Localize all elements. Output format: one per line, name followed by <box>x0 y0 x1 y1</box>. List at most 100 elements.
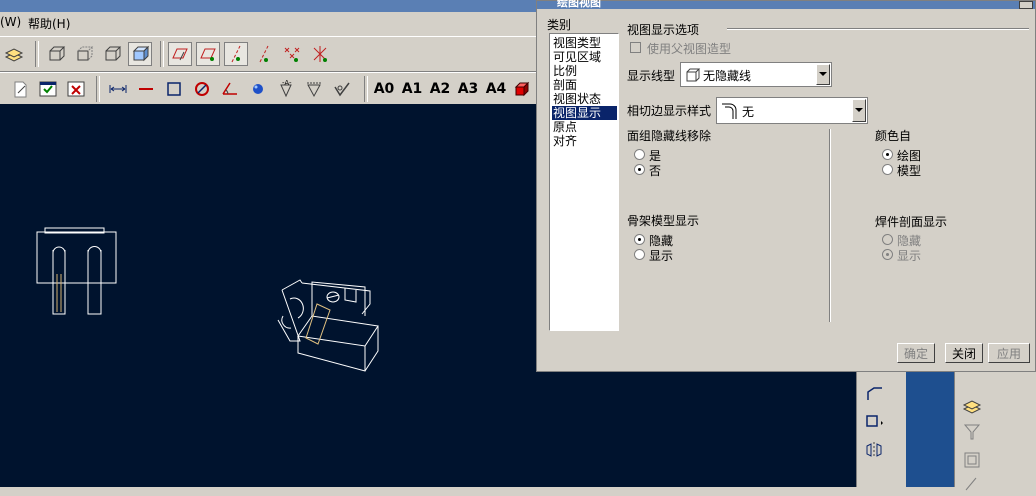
use-parent-label: 使用父视图造型 <box>647 42 732 56</box>
datum-axis-tag-icon[interactable] <box>252 42 276 66</box>
app-title-bar <box>0 0 540 12</box>
sheet-a3-button[interactable]: A3 <box>456 77 480 101</box>
weld-show-label: 显示 <box>897 249 922 263</box>
layers-icon[interactable] <box>2 42 26 66</box>
category-alignment[interactable]: 对齐 <box>552 134 617 148</box>
datum-axis-icon[interactable] <box>224 42 248 66</box>
shading-icon[interactable] <box>128 42 152 66</box>
toolbar-separator <box>364 76 368 102</box>
color-model-label: 模型 <box>897 164 922 178</box>
toolbar-separator <box>35 41 39 67</box>
toolbar-separator <box>954 372 957 487</box>
category-view-type[interactable]: 视图类型 <box>552 36 617 50</box>
dimension-icon[interactable] <box>106 77 130 101</box>
red-cube-icon[interactable] <box>510 77 534 101</box>
skeleton-label: 骨架模型显示 <box>627 214 700 228</box>
hidden-line-cube-icon <box>686 68 701 82</box>
window-check-icon[interactable] <box>36 77 60 101</box>
wireframe-icon[interactable] <box>44 42 68 66</box>
use-parent-checkbox[interactable] <box>630 42 641 53</box>
toolbar-separator <box>160 41 164 67</box>
coord-sys-icon[interactable] <box>308 42 332 66</box>
dialog-title: 绘图视图 <box>557 0 601 9</box>
right-toolbar-area <box>856 372 1036 491</box>
close-button[interactable]: 关闭 <box>945 343 983 363</box>
chevron-down-icon[interactable] <box>816 64 830 85</box>
apply-button[interactable]: 应用 <box>988 343 1030 363</box>
skeleton-show-label: 显示 <box>649 249 674 263</box>
window-close-icon[interactable] <box>64 77 88 101</box>
canvas-sliver <box>906 372 954 487</box>
display-style-value: 无隐藏线 <box>703 69 752 83</box>
category-section[interactable]: 剖面 <box>552 78 617 92</box>
isometric-view[interactable] <box>277 279 379 372</box>
angle-icon[interactable] <box>218 77 242 101</box>
weld-label: 焊件剖面显示 <box>875 215 948 229</box>
line-icon[interactable] <box>134 77 158 101</box>
pencil-icon[interactable] <box>960 472 984 496</box>
mirror-icon[interactable] <box>862 438 886 462</box>
funnel-icon[interactable] <box>960 420 984 444</box>
face-group-no-label: 否 <box>649 164 662 178</box>
sheet-a4-button[interactable]: A4 <box>484 77 508 101</box>
surface-finish-icon[interactable] <box>302 77 326 101</box>
color-drawing-radio[interactable] <box>882 149 893 160</box>
rectangle-icon[interactable] <box>162 77 186 101</box>
weld-show-radio[interactable] <box>882 249 893 260</box>
section-title: 视图显示选项 <box>627 23 700 37</box>
ok-button[interactable]: 确定 <box>897 343 935 363</box>
skeleton-hide-radio[interactable] <box>634 234 645 245</box>
category-view-states[interactable]: 视图状态 <box>552 92 617 106</box>
toolbar-separator <box>856 372 859 487</box>
face-group-label: 面组隐藏线移除 <box>627 129 712 143</box>
no-symbol-icon[interactable] <box>190 77 214 101</box>
menu-window[interactable]: (W) <box>0 15 21 29</box>
tangent-edge-icon <box>722 103 737 119</box>
frame-icon[interactable] <box>960 448 984 472</box>
dialog-title-bar: 绘图视图 <box>537 0 1035 9</box>
display-style-label: 显示线型 <box>627 69 676 83</box>
category-list[interactable]: 视图类型 可见区域 比例 剖面 视图状态 视图显示 原点 对齐 <box>549 33 619 331</box>
front-view[interactable] <box>36 227 117 315</box>
menu-help[interactable]: 帮助(H) <box>28 15 70 32</box>
tangent-edge-dropdown[interactable]: 无 <box>716 97 868 124</box>
layers-icon[interactable] <box>960 394 984 418</box>
face-group-yes-radio[interactable] <box>634 149 645 160</box>
category-origin[interactable]: 原点 <box>552 120 617 134</box>
no-hidden-icon[interactable] <box>100 42 124 66</box>
detail-toolbar: -A- A0 A1 A2 A3 A4 <box>0 72 540 106</box>
face-group-no-radio[interactable] <box>634 164 645 175</box>
column-divider <box>829 129 831 322</box>
sphere-icon[interactable] <box>246 77 270 101</box>
category-label: 类别 <box>547 18 572 32</box>
view-toolbar <box>0 36 540 72</box>
dialog-close-icon[interactable] <box>1019 1 1033 9</box>
tangent-edge-value: 无 <box>742 105 755 119</box>
menu-bar: (W) 帮助(H) <box>0 12 540 34</box>
color-model-radio[interactable] <box>882 164 893 175</box>
datum-target-icon[interactable]: -A- <box>274 77 298 101</box>
svg-text:-A-: -A- <box>282 79 292 87</box>
category-visible-area[interactable]: 可见区域 <box>552 50 617 64</box>
sheet-a0-button[interactable]: A0 <box>372 77 396 101</box>
check-symbol-icon[interactable] <box>330 77 354 101</box>
edit-note-icon[interactable] <box>8 77 32 101</box>
datum-plane-tag-icon[interactable] <box>196 42 220 66</box>
offset-rectangle-icon[interactable] <box>862 410 886 434</box>
chevron-down-icon[interactable] <box>852 99 866 122</box>
category-scale[interactable]: 比例 <box>552 64 617 78</box>
skeleton-show-radio[interactable] <box>634 249 645 260</box>
weld-hide-radio[interactable] <box>882 234 893 245</box>
drawing-view-dialog: 绘图视图 类别 视图类型 可见区域 比例 剖面 视图状态 视图显示 原点 对齐 … <box>536 0 1036 372</box>
sheet-a1-button[interactable]: A1 <box>400 77 424 101</box>
chamfer-line-icon[interactable] <box>862 382 886 406</box>
sheet-a2-button[interactable]: A2 <box>428 77 452 101</box>
display-style-dropdown[interactable]: 无隐藏线 <box>680 62 832 87</box>
tangent-edge-label: 相切边显示样式 <box>627 104 712 118</box>
hidden-line-icon[interactable] <box>72 42 96 66</box>
section-divider <box>727 28 1029 30</box>
color-from-label: 颜色自 <box>875 129 912 143</box>
datum-plane-icon[interactable] <box>168 42 192 66</box>
category-view-display[interactable]: 视图显示 <box>552 106 617 120</box>
datum-point-icon[interactable] <box>280 42 304 66</box>
